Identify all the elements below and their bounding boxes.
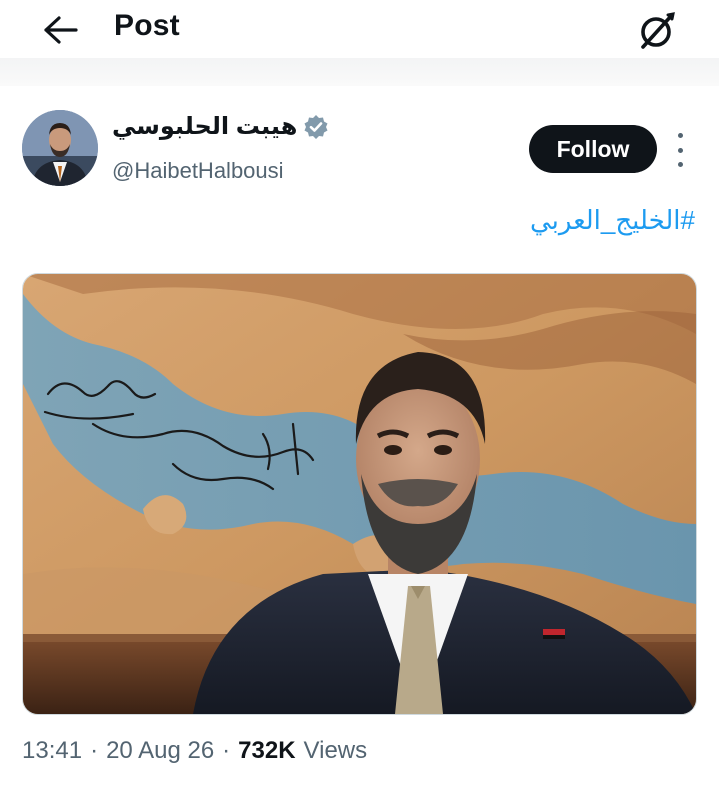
views-label: Views — [303, 737, 368, 764]
post-image[interactable] — [22, 273, 697, 715]
header-divider — [0, 58, 719, 86]
author-handle[interactable]: @HaibetHalbousi — [112, 158, 284, 184]
author-name-row[interactable]: هيبت الحلبوسي — [112, 112, 329, 141]
follow-button[interactable]: Follow — [529, 125, 657, 173]
page-title: Post — [114, 9, 180, 42]
meta-separator: · — [222, 737, 231, 764]
meta-separator: · — [90, 737, 99, 764]
arrow-left-icon — [44, 16, 78, 44]
verified-badge-icon — [304, 114, 328, 139]
avatar[interactable] — [22, 110, 98, 186]
display-name[interactable]: هيبت الحلبوسي — [112, 112, 297, 141]
grok-button[interactable] — [634, 8, 680, 54]
post-image-art — [23, 274, 696, 714]
more-options-button[interactable] — [668, 133, 692, 167]
post-time[interactable]: 13:41 — [22, 737, 82, 765]
post-date[interactable]: 20 Aug 26 — [106, 737, 214, 765]
grok-slash-icon — [641, 12, 675, 49]
hashtag-link[interactable]: #الخليج_العربي — [530, 205, 695, 236]
top-bar: Post — [0, 0, 719, 58]
avatar-portrait-icon — [22, 110, 98, 186]
back-button[interactable] — [40, 10, 80, 50]
more-dots-icon — [677, 133, 683, 138]
post-meta: 13:41 · 20 Aug 26 · 732K Views — [22, 737, 367, 765]
views-count[interactable]: 732K — [238, 737, 295, 765]
